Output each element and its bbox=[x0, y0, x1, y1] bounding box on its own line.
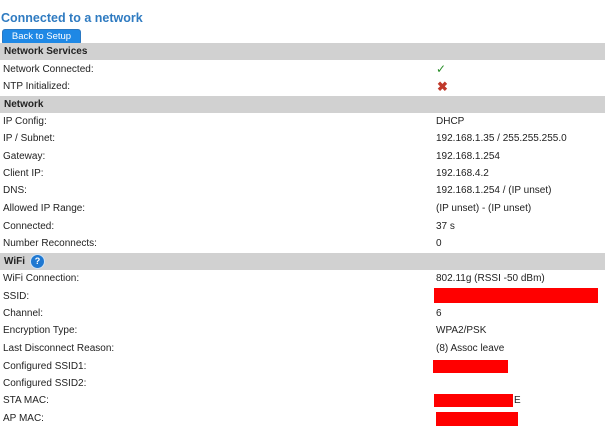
row-value: 6 bbox=[436, 308, 442, 319]
row-value: 192.168.4.2 bbox=[436, 168, 489, 179]
row-value: 192.168.1.254 bbox=[436, 151, 500, 162]
row-configured-ssid1: Configured SSID1: bbox=[0, 358, 605, 375]
row-ip-config: IP Config: DHCP bbox=[0, 113, 605, 130]
row-value-trailing: E bbox=[514, 395, 521, 406]
row-encryption-type: Encryption Type: WPA2/PSK bbox=[0, 322, 605, 339]
row-value: 37 s bbox=[436, 221, 455, 232]
row-sta-mac: STA MAC: E bbox=[0, 392, 605, 409]
row-ntp-initialized: NTP Initialized: ✖ bbox=[0, 78, 605, 95]
row-label: STA MAC: bbox=[3, 395, 49, 406]
row-label: DNS: bbox=[3, 185, 27, 196]
row-allowed-ip-range: Allowed IP Range: (IP unset) - (IP unset… bbox=[0, 200, 605, 217]
row-value: 0 bbox=[436, 238, 442, 249]
row-wifi-connection: WiFi Connection: 802.11g (RSSI -50 dBm) bbox=[0, 270, 605, 287]
row-label: SSID: bbox=[3, 291, 30, 302]
row-last-disconnect-reason: Last Disconnect Reason: (8) Assoc leave bbox=[0, 340, 605, 357]
row-label: Configured SSID2: bbox=[3, 378, 87, 389]
redaction-block bbox=[434, 394, 513, 407]
page-title: Connected to a network bbox=[1, 11, 143, 25]
row-value: (IP unset) - (IP unset) bbox=[436, 203, 532, 214]
row-label: Connected: bbox=[3, 221, 55, 232]
row-channel: Channel: 6 bbox=[0, 305, 605, 322]
row-ap-mac: AP MAC: bbox=[0, 410, 605, 427]
row-value: WPA2/PSK bbox=[436, 325, 487, 336]
row-label: Channel: bbox=[3, 308, 44, 319]
section-header-network: Network bbox=[0, 96, 605, 113]
row-label: Number Reconnects: bbox=[3, 238, 97, 249]
row-client-ip: Client IP: 192.168.4.2 bbox=[0, 165, 605, 182]
row-value: DHCP bbox=[436, 116, 465, 127]
section-header-network-services: Network Services bbox=[0, 43, 605, 60]
row-label: Allowed IP Range: bbox=[3, 203, 86, 214]
row-label: IP Config: bbox=[3, 116, 47, 127]
row-label: Client IP: bbox=[3, 168, 44, 179]
row-number-reconnects: Number Reconnects: 0 bbox=[0, 235, 605, 252]
row-label: IP / Subnet: bbox=[3, 133, 56, 144]
row-label: Gateway: bbox=[3, 151, 46, 162]
redaction-block bbox=[433, 360, 508, 373]
row-value: 192.168.1.254 / (IP unset) bbox=[436, 185, 552, 196]
row-value: 802.11g (RSSI -50 dBm) bbox=[436, 273, 545, 284]
section-header-wifi: WiFi ? bbox=[0, 253, 605, 270]
row-label: Configured SSID1: bbox=[3, 361, 87, 372]
row-connected: Connected: 37 s bbox=[0, 218, 605, 235]
cross-icon: ✖ bbox=[437, 79, 448, 94]
redaction-block bbox=[434, 288, 598, 303]
row-label: NTP Initialized: bbox=[3, 81, 71, 92]
row-dns: DNS: 192.168.1.254 / (IP unset) bbox=[0, 182, 605, 199]
help-icon[interactable]: ? bbox=[30, 254, 46, 269]
row-network-connected: Network Connected: ✓ bbox=[0, 61, 605, 78]
row-value: 192.168.1.35 / 255.255.255.0 bbox=[436, 133, 567, 144]
row-label: Last Disconnect Reason: bbox=[3, 343, 115, 354]
row-label: Encryption Type: bbox=[3, 325, 78, 336]
row-configured-ssid2: Configured SSID2: bbox=[0, 375, 605, 392]
check-icon: ✓ bbox=[436, 62, 447, 76]
row-label: WiFi Connection: bbox=[3, 273, 80, 284]
row-ip-subnet: IP / Subnet: 192.168.1.35 / 255.255.255.… bbox=[0, 130, 605, 147]
row-value: (8) Assoc leave bbox=[436, 343, 505, 354]
row-ssid: SSID: bbox=[0, 288, 605, 305]
row-gateway: Gateway: 192.168.1.254 bbox=[0, 148, 605, 165]
section-title: WiFi bbox=[4, 256, 26, 267]
row-label: Network Connected: bbox=[3, 64, 94, 75]
section-title: Network Services bbox=[4, 46, 88, 57]
section-title: Network bbox=[4, 99, 44, 110]
row-label: AP MAC: bbox=[3, 413, 44, 424]
redaction-block bbox=[436, 412, 518, 426]
